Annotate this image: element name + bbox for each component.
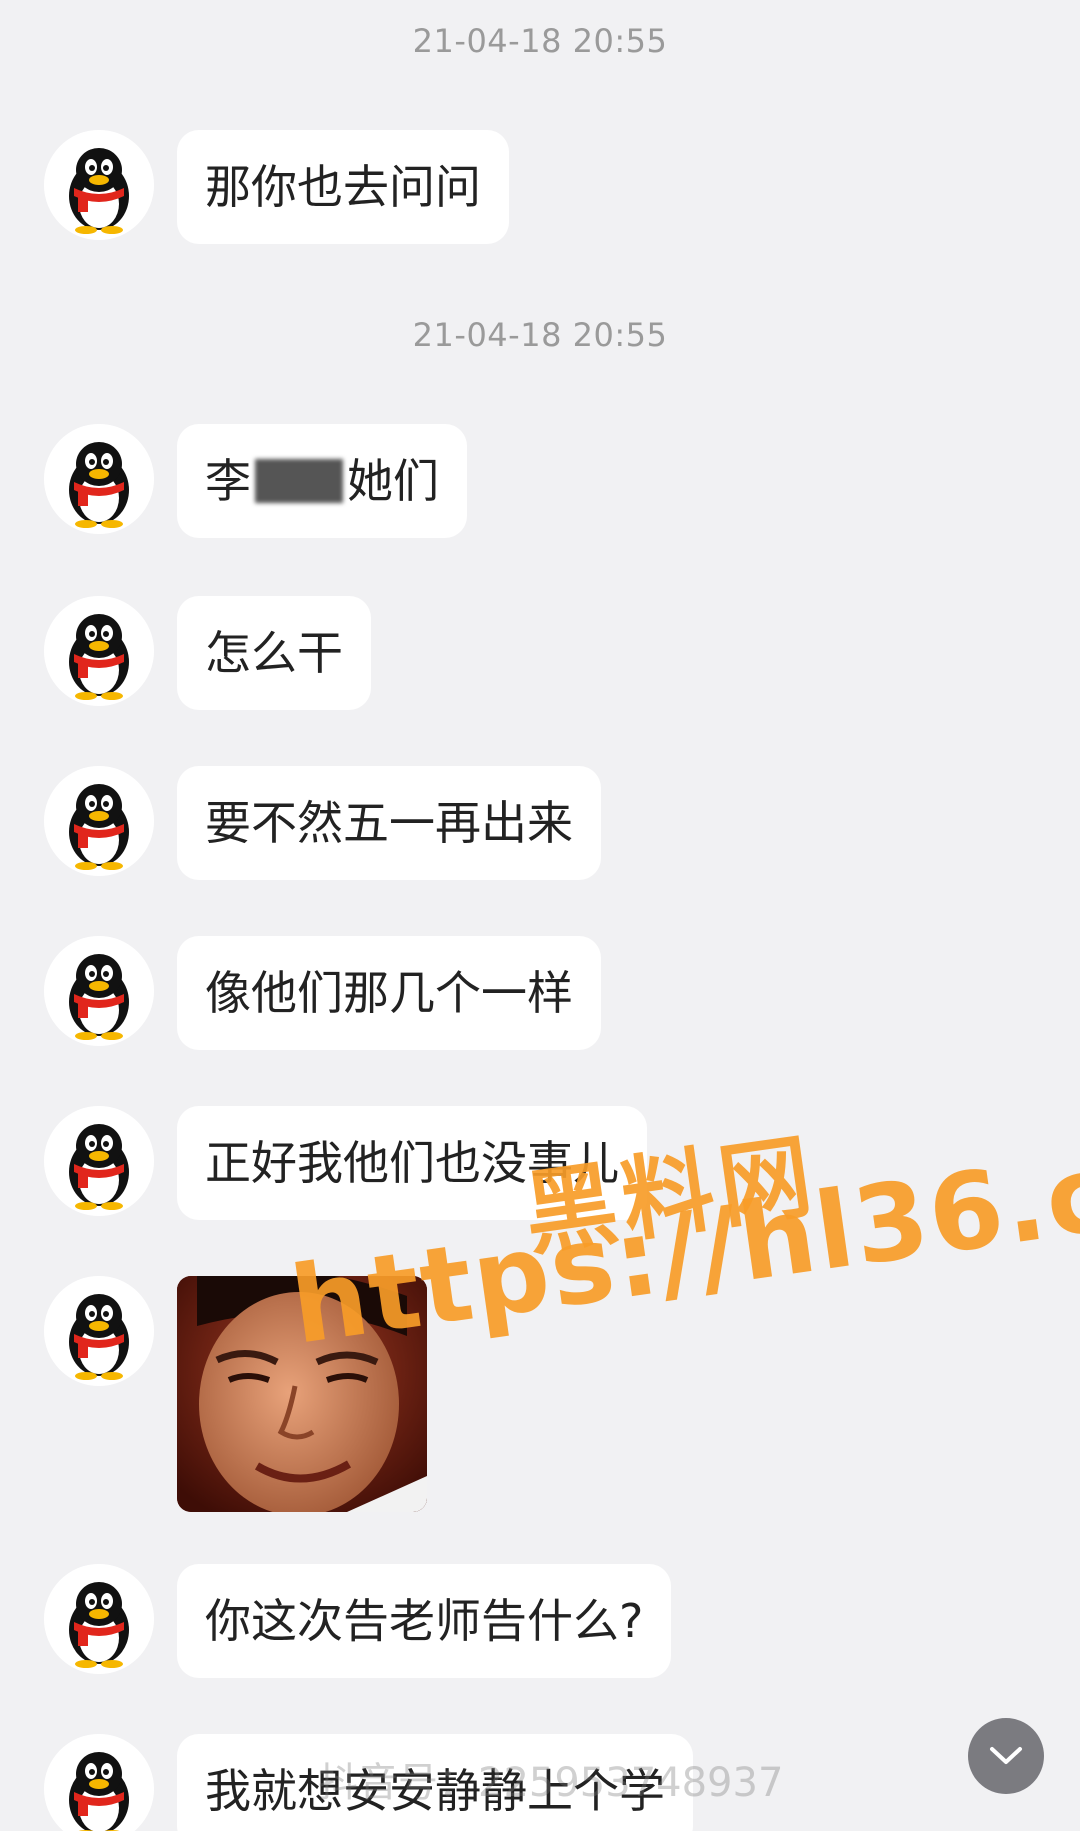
watermark-faint: 抖音号：225953748937 [318, 1750, 783, 1808]
message-bubble[interactable]: 怎么干 [177, 596, 371, 710]
redacted-name-block [255, 459, 343, 503]
qq-penguin-avatar[interactable] [44, 424, 154, 534]
qq-penguin-avatar[interactable] [44, 936, 154, 1046]
message-bubble[interactable]: 像他们那几个一样 [177, 936, 601, 1050]
message-bubble[interactable]: 要不然五一再出来 [177, 766, 601, 880]
message-text-end: 她们 [347, 454, 439, 508]
watermark-faint-tail: 48937 [656, 1760, 784, 1806]
timestamp: 21-04-18 20:55 [412, 316, 668, 354]
qq-penguin-avatar[interactable] [44, 1564, 154, 1674]
message-bubble[interactable]: 你这次告老师告什么? [177, 1564, 672, 1678]
chevron-down-icon [990, 1747, 1022, 1764]
qq-penguin-avatar[interactable] [44, 1106, 154, 1216]
scroll-to-bottom-button[interactable] [968, 1718, 1044, 1794]
message-bubble[interactable]: 李 她们 [177, 424, 467, 538]
qq-penguin-avatar[interactable] [44, 766, 154, 876]
qq-penguin-avatar[interactable] [44, 596, 154, 706]
qq-penguin-avatar[interactable] [44, 1276, 154, 1386]
message-bubble[interactable]: 那你也去问问 [177, 130, 509, 244]
qq-penguin-avatar[interactable] [44, 1734, 154, 1831]
chat-screen: 21-04-18 20:55 那你也去问问 21-04-18 20:55 李 她… [0, 0, 1080, 1831]
qq-penguin-avatar[interactable] [44, 130, 154, 240]
message-text-start: 李 [205, 454, 251, 508]
timestamp: 21-04-18 20:55 [412, 22, 668, 60]
watermark-faint-id: 抖音号：2259537 [318, 1760, 657, 1806]
